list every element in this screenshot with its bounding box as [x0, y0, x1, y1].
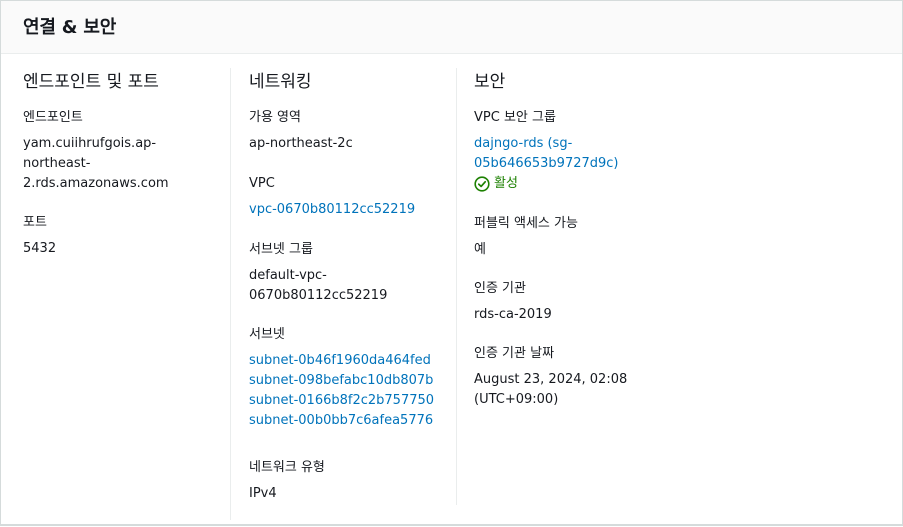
port-label: 포트 [23, 215, 47, 230]
certificate-authority-date-label: 인증 기관 날짜 [474, 346, 555, 361]
endpoint-line: northeast- [23, 156, 91, 171]
endpoint-line: 2.rds.amazonaws.com [23, 176, 169, 191]
ca-date-line: (UTC+09:00) [474, 392, 559, 407]
subnets-field: 서브넷 subnet-0b46f1960da464fed subnet-098b… [249, 325, 434, 431]
network-type-value: IPv4 [249, 486, 277, 501]
certificate-authority-date-field: 인증 기관 날짜 August 23, 2024, 02:08 (UTC+09:… [474, 344, 627, 410]
panel-header: 연결 & 보안 [1, 1, 902, 54]
public-access-value: 예 [474, 242, 486, 257]
certificate-authority-label: 인증 기관 [474, 281, 526, 296]
network-type-field: 네트워크 유형 IPv4 [249, 458, 325, 504]
vpc-security-group-field: VPC 보안 그룹 dajngo-rds (sg- 05b646653b9727… [474, 108, 619, 194]
ca-date-line: August 23, 2024, 02:08 [474, 372, 628, 387]
endpoint-port-heading: 엔드포인트 및 포트 [23, 72, 159, 92]
subnet-link[interactable]: subnet-098befabc10db807b [249, 371, 434, 391]
availability-zone-label: 가용 영역 [249, 110, 301, 125]
public-access-field: 퍼블릭 액세스 가능 예 [474, 214, 578, 260]
subnet-group-line: default-vpc- [249, 268, 327, 283]
security-group-status: 활성 [474, 174, 619, 194]
certificate-authority-field: 인증 기관 rds-ca-2019 [474, 279, 552, 325]
security-column: 보안 VPC 보안 그룹 dajngo-rds (sg- 05b646653b9… [456, 68, 704, 505]
networking-column: 네트워킹 가용 영역 ap-northeast-2c VPC vpc-0670b… [230, 68, 459, 520]
subnet-group-field: 서브넷 그룹 default-vpc- 0670b80112cc52219 [249, 240, 387, 306]
security-heading: 보안 [474, 72, 506, 92]
endpoint-value: yam.cuiihrufgois.ap- northeast- 2.rds.am… [23, 134, 169, 194]
certificate-authority-date-value: August 23, 2024, 02:08 (UTC+09:00) [474, 370, 627, 410]
status-text: 활성 [494, 176, 518, 191]
network-type-label: 네트워크 유형 [249, 460, 325, 475]
certificate-authority-value: rds-ca-2019 [474, 307, 552, 322]
security-group-line: 05b646653b9727d9c) [474, 156, 619, 171]
vpc-label: VPC [249, 176, 275, 191]
endpoint-label: 엔드포인트 [23, 110, 83, 125]
subnet-group-value: default-vpc- 0670b80112cc52219 [249, 266, 387, 306]
subnet-group-line: 0670b80112cc52219 [249, 288, 388, 303]
port-value: 5432 [23, 241, 57, 256]
security-group-line: dajngo-rds (sg- [474, 136, 573, 151]
subnet-link[interactable]: subnet-0b46f1960da464fed [249, 351, 434, 371]
endpoint-port-column: 엔드포인트 및 포트 엔드포인트 yam.cuiihrufgois.ap- no… [23, 53, 213, 505]
subnets-label: 서브넷 [249, 327, 285, 342]
endpoint-line: yam.cuiihrufgois.ap- [23, 136, 157, 151]
subnet-link[interactable]: subnet-0166b8f2c2b757750 [249, 391, 434, 411]
availability-zone-field: 가용 영역 ap-northeast-2c [249, 108, 353, 154]
vpc-field: VPC vpc-0670b80112cc52219 [249, 174, 415, 220]
check-circle-icon [474, 176, 490, 192]
port-field: 포트 5432 [23, 213, 56, 259]
vpc-security-group-label: VPC 보안 그룹 [474, 110, 556, 125]
security-group-link[interactable]: dajngo-rds (sg- 05b646653b9727d9c) [474, 134, 619, 174]
subnets-list: subnet-0b46f1960da464fed subnet-098befab… [249, 351, 434, 431]
public-access-label: 퍼블릭 액세스 가능 [474, 216, 578, 231]
subnet-group-label: 서브넷 그룹 [249, 242, 313, 257]
networking-heading: 네트워킹 [249, 72, 312, 92]
subnet-link[interactable]: subnet-00b0bb7c6afea5776 [249, 411, 434, 431]
panel-title: 연결 & 보안 [23, 17, 117, 38]
availability-zone-value: ap-northeast-2c [249, 136, 353, 151]
endpoint-field: 엔드포인트 yam.cuiihrufgois.ap- northeast- 2.… [23, 108, 169, 194]
vpc-link[interactable]: vpc-0670b80112cc52219 [249, 200, 415, 220]
connectivity-security-panel: 연결 & 보안 엔드포인트 및 포트 엔드포인트 yam.cuiihrufgoi… [0, 0, 903, 526]
